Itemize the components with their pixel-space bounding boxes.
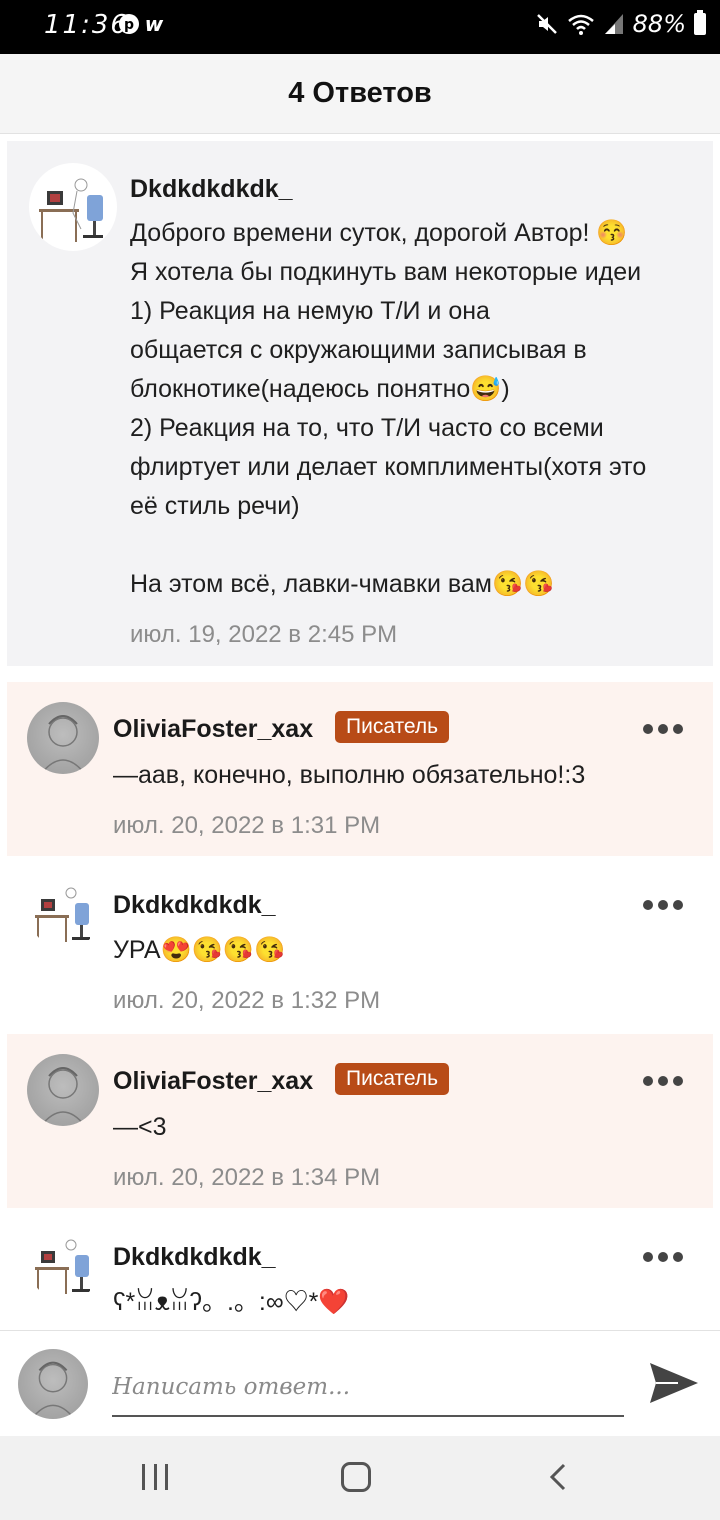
svg-text:p: p — [124, 17, 134, 33]
recents-line-icon — [142, 1464, 145, 1490]
mute-icon — [536, 14, 557, 34]
reply-item: OliviaFoster_xax Писатель —аав, конечно,… — [7, 682, 713, 856]
more-options-button[interactable] — [643, 1074, 683, 1088]
dot-icon — [643, 1252, 653, 1262]
reply-timestamp: июл. 20, 2022 в 1:34 PM — [113, 1164, 381, 1191]
recents-line-icon — [165, 1464, 168, 1490]
sketch-avatar-icon — [40, 715, 86, 774]
status-bar: 11:36 p w 88% — [0, 0, 720, 54]
status-right: 88% — [535, 10, 706, 38]
more-options-button[interactable] — [643, 1250, 683, 1264]
avatar[interactable] — [27, 1054, 99, 1126]
more-options-button[interactable] — [643, 722, 683, 736]
back-chevron-icon — [549, 1463, 566, 1491]
signal-icon — [604, 14, 623, 34]
send-icon — [650, 1363, 698, 1403]
replies-header: 4 Ответов — [0, 54, 720, 134]
dot-icon — [658, 900, 668, 910]
dot-icon — [643, 724, 653, 734]
reply-item: Dkdkdkdkdk_ УРА😍😘😘😘 июл. 20, 2022 в 1:32… — [7, 857, 713, 1032]
dot-icon — [643, 1076, 653, 1086]
reply-input[interactable] — [112, 1359, 624, 1417]
comment-text: Доброго времени суток, дорогой Автор! 😚 … — [130, 219, 647, 598]
writer-badge: Писатель — [335, 711, 450, 743]
recents-line-icon — [153, 1464, 157, 1490]
dot-icon — [658, 724, 668, 734]
system-nav-bar — [0, 1436, 720, 1520]
reply-username[interactable]: OliviaFoster_xax — [113, 715, 313, 744]
comment-username[interactable]: Dkdkdkdkdk_ — [130, 175, 293, 204]
reply-text: —<3 — [113, 1113, 167, 1141]
my-avatar — [18, 1349, 88, 1419]
dot-icon — [673, 1252, 683, 1262]
recents-button[interactable] — [142, 1464, 168, 1490]
page-title: 4 Ответов — [288, 77, 432, 109]
reply-username[interactable]: Dkdkdkdkdk_ — [113, 891, 276, 920]
home-button[interactable] — [341, 1462, 371, 1492]
dot-icon — [673, 724, 683, 734]
pinterest-wattpad-icon: p w — [119, 12, 164, 36]
reply-item: OliviaFoster_xax Писатель —<3 июл. 20, 2… — [7, 1034, 713, 1208]
dot-icon — [658, 1252, 668, 1262]
dot-icon — [643, 900, 653, 910]
reply-username[interactable]: Dkdkdkdkdk_ — [113, 1243, 276, 1272]
comment-timestamp: июл. 19, 2022 в 2:45 PM — [130, 621, 398, 648]
back-button[interactable] — [546, 1462, 572, 1496]
reply-text: ʕ*ꈍᴥꈍʔ。.。:∞♡*❤️ — [113, 1288, 350, 1316]
notification-icons: p w — [118, 12, 170, 42]
reply-timestamp: июл. 20, 2022 в 1:32 PM — [113, 987, 381, 1014]
desk-avatar-icon — [35, 1239, 90, 1294]
sketch-avatar-icon — [40, 1067, 86, 1126]
desk-avatar-icon — [39, 178, 103, 242]
reply-timestamp: июл. 20, 2022 в 1:31 PM — [113, 812, 381, 839]
more-options-button[interactable] — [643, 898, 683, 912]
main-comment: Dkdkdkdkdk_ Доброго времени суток, дорог… — [7, 141, 713, 666]
dot-icon — [673, 1076, 683, 1086]
svg-text:w: w — [145, 12, 164, 36]
reply-text: УРА😍😘😘😘 — [113, 936, 286, 964]
reply-username[interactable]: OliviaFoster_xax — [113, 1067, 313, 1096]
battery-icon — [694, 10, 706, 35]
wifi-icon — [567, 14, 594, 35]
reply-text: —аав, конечно, выполню обязательно!:3 — [113, 761, 586, 789]
status-time: 11:36 — [44, 10, 129, 40]
dot-icon — [658, 1076, 668, 1086]
reply-compose-bar — [0, 1330, 720, 1436]
avatar[interactable] — [29, 877, 101, 949]
battery-percent: 88% — [632, 10, 686, 38]
avatar[interactable] — [29, 1229, 101, 1301]
reply-item: Dkdkdkdkdk_ ʕ*ꈍᴥꈍʔ。.。:∞♡*❤️ — [7, 1209, 713, 1330]
sketch-avatar-icon — [31, 1361, 75, 1419]
dot-icon — [673, 900, 683, 910]
avatar[interactable] — [29, 163, 117, 251]
send-button[interactable] — [648, 1359, 700, 1407]
desk-avatar-icon — [35, 887, 90, 942]
avatar[interactable] — [27, 702, 99, 774]
writer-badge: Писатель — [335, 1063, 450, 1095]
